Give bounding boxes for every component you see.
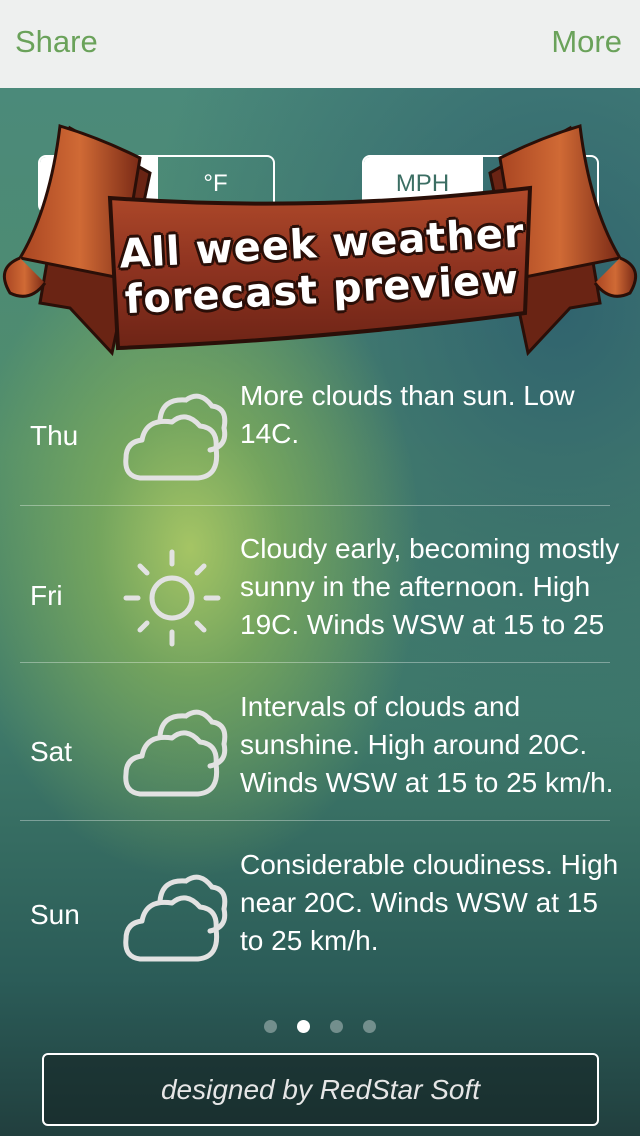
forecast-row[interactable]: Fri Cloudy early, becoming mostly sunny … [20, 530, 619, 660]
forecast-description: Cloudy early, becoming mostly sunny in t… [240, 533, 620, 650]
page-indicator[interactable] [264, 1020, 376, 1033]
forecast-description: Intervals of clouds and sunshine. High a… [240, 691, 614, 798]
credits-label: designed by RedStar Soft [160, 1073, 481, 1105]
forecast-description: More clouds than sun. Low 14C. [240, 380, 575, 449]
row-divider [20, 505, 610, 506]
page-dot[interactable] [330, 1020, 343, 1033]
cloud-icon [123, 874, 228, 962]
top-bar: Share More [0, 0, 640, 89]
day-label: Thu [30, 420, 79, 451]
row-divider [20, 820, 610, 821]
credits-button[interactable]: designed by RedStar Soft [42, 1053, 599, 1126]
day-label: Fri [30, 580, 63, 611]
page-dot-active[interactable] [297, 1020, 310, 1033]
page-dot[interactable] [363, 1020, 376, 1033]
forecast-row[interactable]: Sat Intervals of clouds and sunshine. Hi… [20, 688, 613, 818]
row-divider [20, 662, 610, 663]
forecast-row[interactable]: Thu More clouds than sun. Low 14C. [20, 375, 610, 505]
sun-icon [123, 549, 221, 647]
day-label: Sat [30, 736, 73, 767]
page-dot[interactable] [264, 1020, 277, 1033]
forecast-row[interactable]: Sun Considerable cloudiness. High near 2… [20, 846, 618, 976]
forecast-description: Considerable cloudiness. High near 20C. … [240, 849, 619, 956]
cloud-icon [123, 393, 228, 481]
share-button[interactable]: Share [15, 24, 98, 60]
more-button[interactable]: More [551, 24, 622, 60]
day-label: Sun [30, 899, 80, 930]
cloud-icon [123, 709, 228, 797]
